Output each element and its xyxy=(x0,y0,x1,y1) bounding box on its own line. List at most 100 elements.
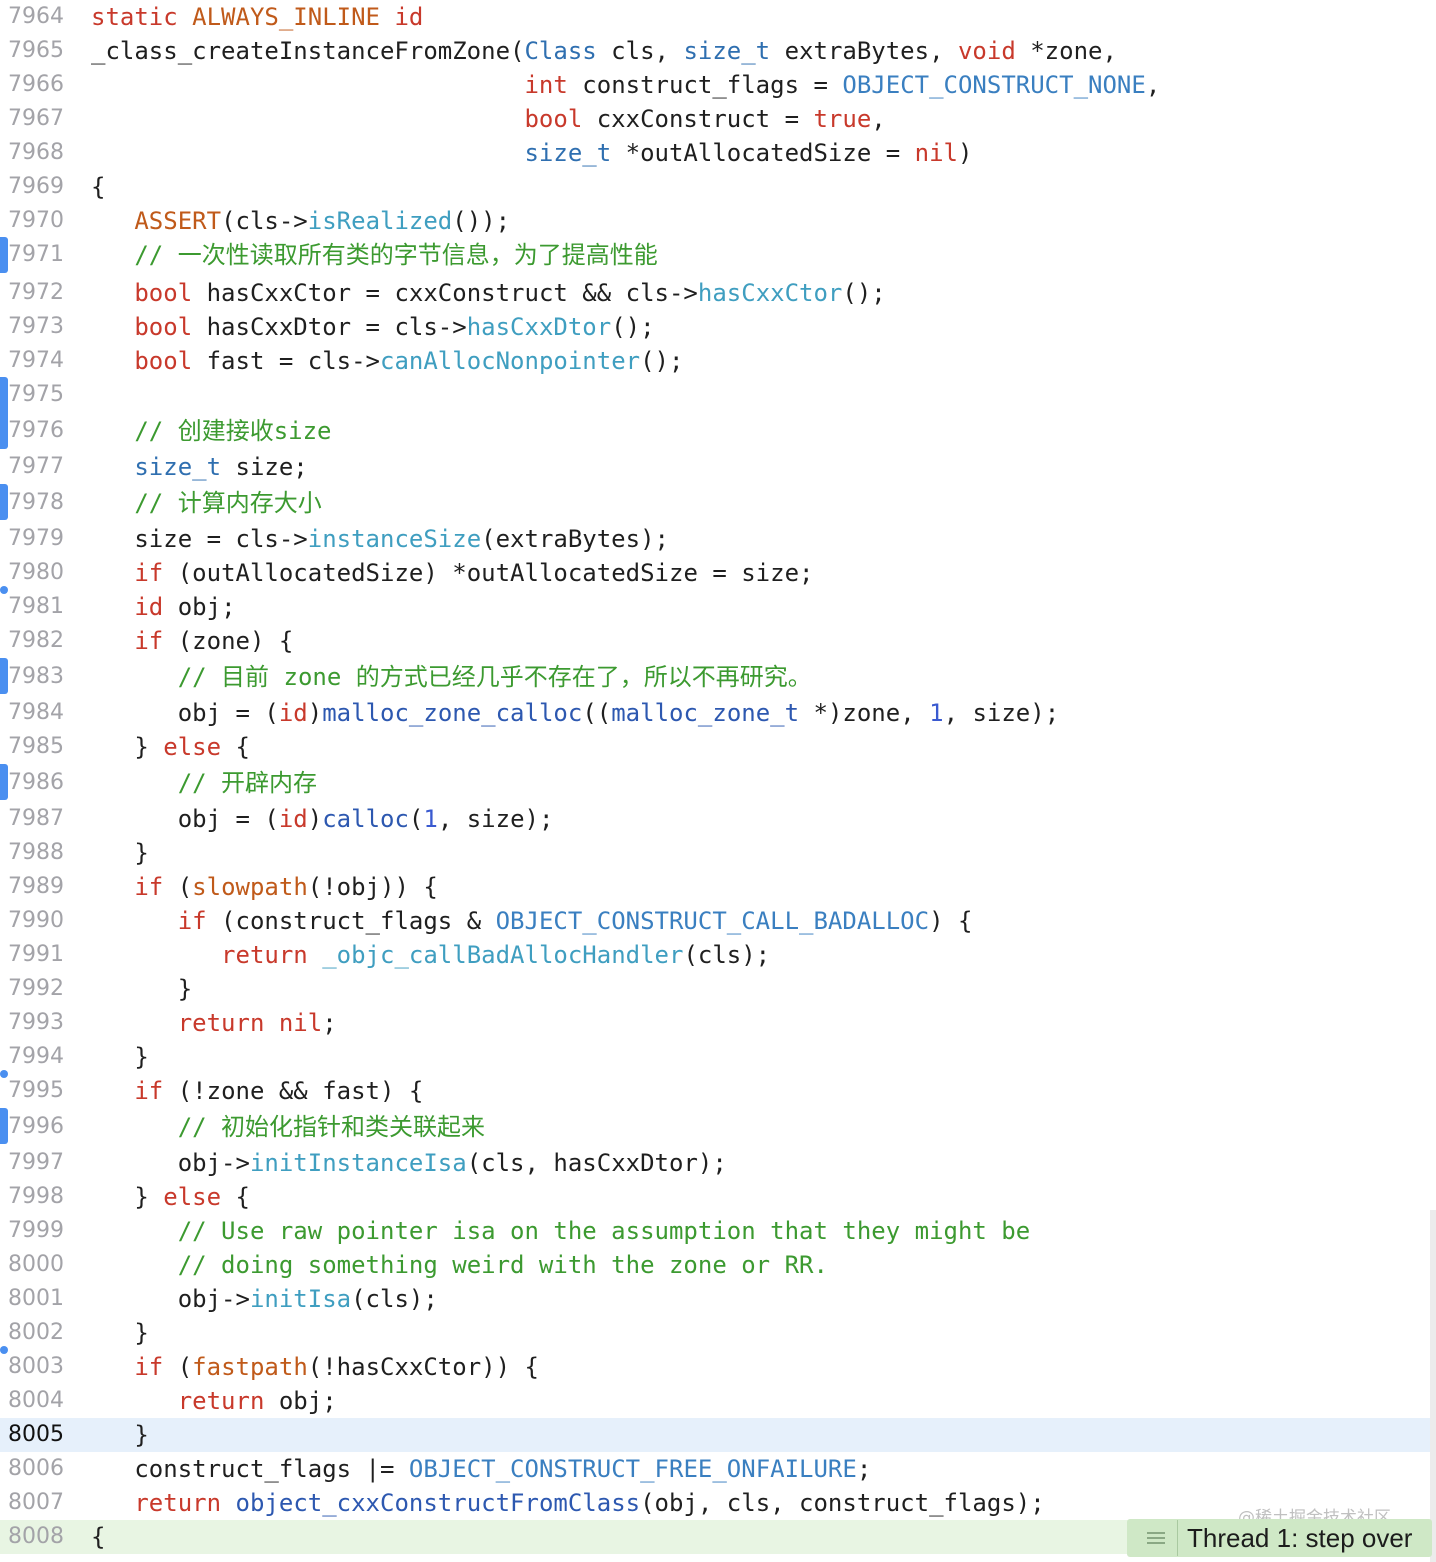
line-number[interactable]: 7982 xyxy=(8,624,64,658)
line-number[interactable]: 7998 xyxy=(8,1180,64,1214)
debug-status-indicator[interactable]: Thread 1: step over xyxy=(1127,1519,1432,1557)
code-line[interactable]: 7977 size_t size; xyxy=(0,450,1436,484)
line-number[interactable]: 7966 xyxy=(8,68,64,102)
code-line[interactable]: 7999 // Use raw pointer isa on the assum… xyxy=(0,1214,1436,1248)
line-number[interactable]: 7975 xyxy=(8,378,64,412)
scrollbar-track[interactable] xyxy=(1430,1210,1436,1562)
line-number[interactable]: 7964 xyxy=(8,0,64,34)
code-line[interactable]: 7984 obj = (id)malloc_zone_calloc((mallo… xyxy=(0,696,1436,730)
line-number[interactable]: 7965 xyxy=(8,34,64,68)
code-line[interactable]: 8003 if (fastpath(!hasCxxCtor)) { xyxy=(0,1350,1436,1384)
line-number[interactable]: 7984 xyxy=(8,696,64,730)
line-number[interactable]: 7985 xyxy=(8,730,64,764)
line-number[interactable]: 7997 xyxy=(8,1146,64,1180)
code-line[interactable]: 8004 return obj; xyxy=(0,1384,1436,1418)
line-number[interactable]: 8007 xyxy=(8,1486,64,1520)
code-line[interactable]: 7992 } xyxy=(0,972,1436,1006)
line-number[interactable]: 7990 xyxy=(8,904,64,938)
code-line[interactable]: 8005 } xyxy=(0,1418,1436,1452)
code-line[interactable]: 7965 _class_createInstanceFromZone(Class … xyxy=(0,34,1436,68)
code-line[interactable]: 8000 // doing something weird with the z… xyxy=(0,1248,1436,1282)
line-number[interactable]: 7973 xyxy=(8,310,64,344)
line-number[interactable]: 7983 xyxy=(8,660,64,694)
code-line[interactable]: 7974 bool fast = cls->canAllocNonpointer… xyxy=(0,344,1436,378)
line-number[interactable]: 7977 xyxy=(8,450,64,484)
line-number[interactable]: 7971 xyxy=(8,238,64,272)
line-number[interactable]: 7993 xyxy=(8,1006,64,1040)
code-line[interactable]: 7966 int construct_flags = OBJECT_CONSTR… xyxy=(0,68,1436,102)
line-number[interactable]: 8005 xyxy=(8,1418,64,1452)
line-number[interactable]: 7994 xyxy=(8,1040,64,1074)
line-number[interactable]: 7986 xyxy=(8,766,64,800)
change-indicator[interactable] xyxy=(0,764,8,800)
line-number[interactable]: 7969 xyxy=(8,170,64,204)
code-line[interactable]: 7979 size = cls->instanceSize(extraBytes… xyxy=(0,522,1436,556)
line-number[interactable]: 7967 xyxy=(8,102,64,136)
line-number[interactable]: 7972 xyxy=(8,276,64,310)
code-line[interactable]: 7982 if (zone) { xyxy=(0,624,1436,658)
code-line[interactable]: 7991 return _objc_callBadAllocHandler(cl… xyxy=(0,938,1436,972)
code-line[interactable]: 7989 if (slowpath(!obj)) { xyxy=(0,870,1436,904)
change-indicator[interactable] xyxy=(0,237,8,273)
line-number[interactable]: 8001 xyxy=(8,1282,64,1316)
code-line[interactable]: 7997 obj->initInstanceIsa(cls, hasCxxDto… xyxy=(0,1146,1436,1180)
line-number[interactable]: 8008 xyxy=(8,1520,64,1554)
code-line[interactable]: 7978 // 计算内存大小 xyxy=(0,486,1436,520)
line-number[interactable]: 7979 xyxy=(8,522,64,556)
code-line[interactable]: 7973 bool hasCxxDtor = cls->hasCxxDtor()… xyxy=(0,310,1436,344)
deletion-indicator[interactable] xyxy=(0,1346,8,1354)
code-line[interactable]: 7968 size_t *outAllocatedSize = nil) xyxy=(0,136,1436,170)
line-number[interactable]: 7987 xyxy=(8,802,64,836)
hamburger-menu-icon[interactable] xyxy=(1135,1520,1178,1556)
line-number[interactable]: 7976 xyxy=(8,414,64,448)
deletion-indicator[interactable] xyxy=(0,1070,8,1078)
code-line[interactable]: 7988 } xyxy=(0,836,1436,870)
line-number[interactable]: 8003 xyxy=(8,1350,64,1384)
line-number[interactable]: 7995 xyxy=(8,1074,64,1108)
change-indicator[interactable] xyxy=(0,484,8,520)
code-line[interactable]: 7964 static ALWAYS_INLINE id xyxy=(0,0,1436,34)
code-line[interactable]: 7975 xyxy=(0,378,1436,412)
code-editor[interactable]: 7964 static ALWAYS_INLINE id 7965 _class_cr… xyxy=(0,0,1436,1562)
line-number[interactable]: 7968 xyxy=(8,136,64,170)
line-number[interactable]: 7970 xyxy=(8,204,64,238)
code-line[interactable]: 7985 } else { xyxy=(0,730,1436,764)
line-number[interactable]: 7988 xyxy=(8,836,64,870)
line-number[interactable]: 8004 xyxy=(8,1384,64,1418)
code-line[interactable]: 7987 obj = (id)calloc(1, size); xyxy=(0,802,1436,836)
code-line[interactable]: 7971 // 一次性读取所有类的字节信息，为了提高性能 xyxy=(0,238,1436,272)
line-number[interactable]: 7989 xyxy=(8,870,64,904)
line-number[interactable]: 7978 xyxy=(8,486,64,520)
code-line[interactable]: 8002 } xyxy=(0,1316,1436,1350)
line-number[interactable]: 7991 xyxy=(8,938,64,972)
code-line[interactable]: 8006 construct_flags |= OBJECT_CONSTRUCT… xyxy=(0,1452,1436,1486)
code-line[interactable]: 8001 obj->initIsa(cls); xyxy=(0,1282,1436,1316)
code-line[interactable]: 7976 // 创建接收size xyxy=(0,414,1436,448)
line-number[interactable]: 8002 xyxy=(8,1316,64,1350)
change-indicator[interactable] xyxy=(0,658,8,694)
code-line[interactable]: 7983 // 目前 zone 的方式已经几乎不存在了，所以不再研究。 xyxy=(0,660,1436,694)
line-number[interactable]: 7981 xyxy=(8,590,64,624)
code-line[interactable]: 7994 } xyxy=(0,1040,1436,1074)
code-line[interactable]: 7972 bool hasCxxCtor = cxxConstruct && c… xyxy=(0,276,1436,310)
code-line[interactable]: 7981 id obj; xyxy=(0,590,1436,624)
line-number[interactable]: 7980 xyxy=(8,556,64,590)
change-indicator[interactable] xyxy=(0,1108,8,1144)
line-number[interactable]: 7999 xyxy=(8,1214,64,1248)
code-line[interactable]: 7969 { xyxy=(0,170,1436,204)
code-line[interactable]: 7998 } else { xyxy=(0,1180,1436,1214)
code-line[interactable]: 7970 ASSERT(cls->isRealized()); xyxy=(0,204,1436,238)
line-number[interactable]: 7996 xyxy=(8,1110,64,1144)
code-line[interactable]: 7980 if (outAllocatedSize) *outAllocated… xyxy=(0,556,1436,590)
line-number[interactable]: 8000 xyxy=(8,1248,64,1282)
code-line[interactable]: 7967 bool cxxConstruct = true, xyxy=(0,102,1436,136)
deletion-indicator[interactable] xyxy=(0,586,8,594)
code-line[interactable]: 7996 // 初始化指针和类关联起来 xyxy=(0,1110,1436,1144)
change-indicator[interactable] xyxy=(0,377,8,449)
line-number[interactable]: 7974 xyxy=(8,344,64,378)
line-number[interactable]: 7992 xyxy=(8,972,64,1006)
code-line[interactable]: 7995 if (!zone && fast) { xyxy=(0,1074,1436,1108)
code-line[interactable]: 7993 return nil; xyxy=(0,1006,1436,1040)
code-line[interactable]: 8007 return object_cxxConstructFromClass… xyxy=(0,1486,1436,1520)
code-line[interactable]: 7990 if (construct_flags & OBJECT_CONSTR… xyxy=(0,904,1436,938)
